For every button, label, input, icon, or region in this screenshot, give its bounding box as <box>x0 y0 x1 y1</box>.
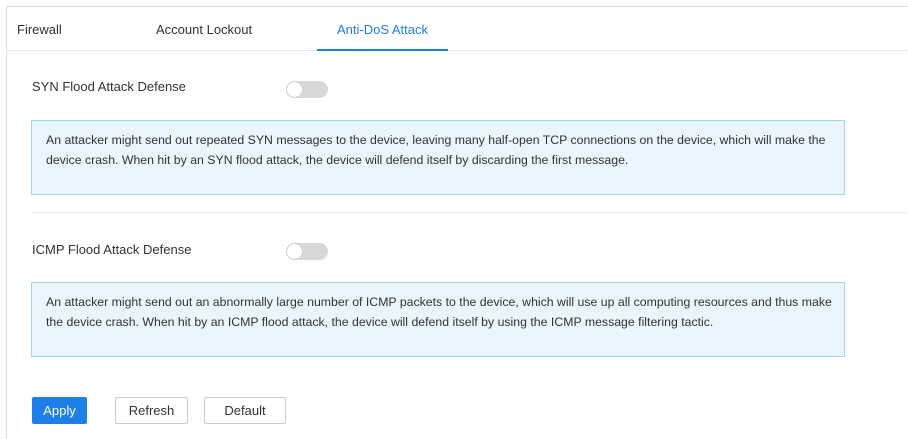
icmp-flood-label: ICMP Flood Attack Defense <box>32 242 192 257</box>
tab-account-lockout[interactable]: Account Lockout <box>156 7 252 50</box>
apply-button[interactable]: Apply <box>32 397 87 424</box>
toggle-knob <box>287 82 302 97</box>
syn-flood-info-box: An attacker might send out repeated SYN … <box>31 120 845 195</box>
anti-dos-panel: Firewall Account Lockout Anti-DoS Attack… <box>6 6 908 439</box>
tab-firewall[interactable]: Firewall <box>17 7 62 50</box>
syn-flood-label: SYN Flood Attack Defense <box>32 79 186 94</box>
toggle-knob <box>287 244 302 259</box>
syn-flood-description: An attacker might send out repeated SYN … <box>46 133 826 167</box>
icmp-flood-toggle[interactable] <box>286 243 328 260</box>
refresh-button[interactable]: Refresh <box>115 397 188 424</box>
section-divider <box>31 212 908 213</box>
tab-bar: Firewall Account Lockout Anti-DoS Attack <box>7 7 908 51</box>
syn-flood-toggle[interactable] <box>286 81 328 98</box>
icmp-flood-description: An attacker might send out an abnormally… <box>46 295 832 329</box>
icmp-flood-info-box: An attacker might send out an abnormally… <box>31 282 845 357</box>
tab-anti-dos-attack[interactable]: Anti-DoS Attack <box>317 7 448 51</box>
default-button[interactable]: Default <box>204 397 286 424</box>
